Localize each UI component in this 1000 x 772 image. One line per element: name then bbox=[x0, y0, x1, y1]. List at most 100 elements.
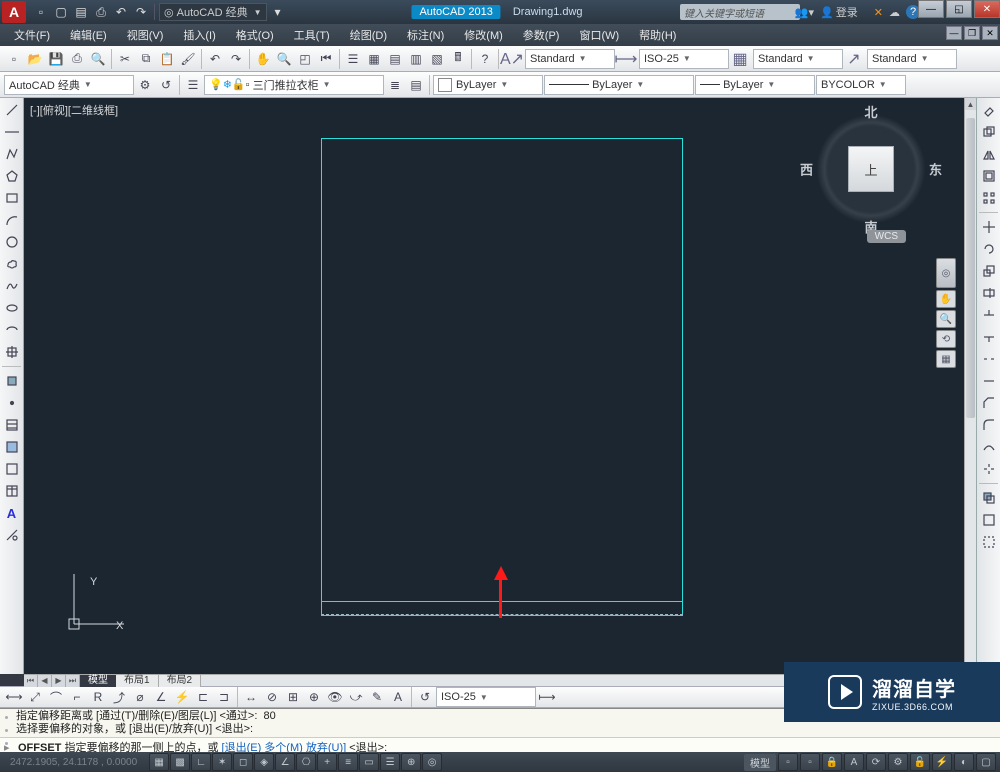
tab-next-icon[interactable]: ▶ bbox=[52, 675, 66, 687]
sheet-set-icon[interactable]: ▥ bbox=[406, 49, 426, 69]
qat-new-icon[interactable]: ▫ bbox=[32, 3, 50, 21]
centermark-icon[interactable]: ⊕ bbox=[304, 687, 324, 707]
ducs-toggle-icon[interactable]: ⎔ bbox=[296, 753, 316, 771]
osnap-toggle-icon[interactable]: ◻ bbox=[233, 753, 253, 771]
rotate-icon[interactable] bbox=[979, 239, 999, 259]
group-icon[interactable] bbox=[979, 532, 999, 552]
menu-file[interactable]: 文件(F) bbox=[4, 25, 60, 45]
help-icon[interactable]: ? bbox=[475, 49, 495, 69]
text-style-icon[interactable]: A↗ bbox=[502, 49, 522, 69]
menu-insert[interactable]: 插入(I) bbox=[173, 25, 225, 45]
lineweight-dropdown[interactable]: ByLayer▼ bbox=[695, 75, 815, 95]
blend-icon[interactable] bbox=[979, 437, 999, 457]
rectangle-icon[interactable] bbox=[2, 188, 22, 208]
qat-open-icon[interactable]: ▢ bbox=[52, 3, 70, 21]
dimstyle-mgr-icon[interactable]: ⟼ bbox=[537, 687, 557, 707]
layout1-tab[interactable]: 布局1 bbox=[116, 675, 159, 687]
sc-toggle-icon[interactable]: ⊕ bbox=[401, 753, 421, 771]
model-tab[interactable]: 模型 bbox=[80, 675, 116, 687]
qat-redo-icon[interactable]: ↷ bbox=[132, 3, 150, 21]
xline-icon[interactable] bbox=[2, 122, 22, 142]
wcs-label[interactable]: WCS bbox=[867, 230, 906, 243]
pan-nav-icon[interactable]: ✋ bbox=[936, 290, 956, 308]
mleader-style-icon[interactable]: ↗ bbox=[844, 49, 864, 69]
mtext-icon[interactable]: A bbox=[2, 503, 22, 523]
fillet-icon[interactable] bbox=[979, 415, 999, 435]
trim-icon[interactable] bbox=[979, 305, 999, 325]
zoom-nav-icon[interactable]: 🔍 bbox=[936, 310, 956, 328]
spline-icon[interactable] bbox=[2, 276, 22, 296]
polar-toggle-icon[interactable]: ✶ bbox=[212, 753, 232, 771]
line-icon[interactable] bbox=[2, 100, 22, 120]
app-logo[interactable]: A bbox=[2, 1, 26, 23]
scroll-up-icon[interactable]: ▲ bbox=[965, 98, 976, 110]
help-search-input[interactable]: 键入关键字或短语 bbox=[680, 4, 800, 20]
matchprop-icon[interactable]: 🖌 bbox=[178, 49, 198, 69]
workspace-dropdown[interactable]: ◎ AutoCAD 经典▼ bbox=[159, 3, 267, 21]
ellipse-arc-icon[interactable] bbox=[2, 320, 22, 340]
arc-icon[interactable] bbox=[2, 210, 22, 230]
menu-edit[interactable]: 编辑(E) bbox=[60, 25, 117, 45]
markup-icon[interactable]: ▧ bbox=[427, 49, 447, 69]
layout2-tab[interactable]: 布局2 bbox=[159, 675, 202, 687]
open-icon[interactable]: 📂 bbox=[25, 49, 45, 69]
save-icon[interactable]: 💾 bbox=[46, 49, 66, 69]
scale-icon[interactable] bbox=[979, 261, 999, 281]
dim-ordinate-icon[interactable]: ⌐ bbox=[67, 687, 87, 707]
menu-draw[interactable]: 绘图(D) bbox=[340, 25, 397, 45]
compass-north[interactable]: 北 bbox=[864, 102, 877, 121]
copy-obj-icon[interactable] bbox=[979, 122, 999, 142]
maximize-button[interactable]: ◱ bbox=[946, 0, 972, 18]
cloud-icon[interactable]: ☁ bbox=[889, 6, 900, 19]
steering-wheel-icon[interactable]: ◎ bbox=[936, 258, 956, 288]
hatch-icon[interactable] bbox=[2, 415, 22, 435]
dim-angular-icon[interactable]: ∠ bbox=[151, 687, 171, 707]
dyn-toggle-icon[interactable]: + bbox=[317, 753, 337, 771]
chamfer-icon[interactable] bbox=[979, 393, 999, 413]
dimedit-icon[interactable]: ✎ bbox=[367, 687, 387, 707]
qat-more-icon[interactable]: ▾ bbox=[269, 3, 287, 21]
join-icon[interactable] bbox=[979, 371, 999, 391]
stretch-icon[interactable] bbox=[979, 283, 999, 303]
break-icon[interactable] bbox=[979, 349, 999, 369]
ws-switch-icon[interactable]: ⚙ bbox=[888, 753, 908, 771]
annoauto-icon[interactable]: ⟳ bbox=[866, 753, 886, 771]
dim-quick-icon[interactable]: ⚡ bbox=[172, 687, 192, 707]
tab-prev-icon[interactable]: ◀ bbox=[38, 675, 52, 687]
orbit-nav-icon[interactable]: ⟲ bbox=[936, 330, 956, 348]
linetype-dropdown[interactable]: ByLayer▼ bbox=[544, 75, 694, 95]
compass-west[interactable]: 西 bbox=[800, 160, 813, 179]
dimstyle-update-icon[interactable]: ↺ bbox=[415, 687, 435, 707]
workspace-save-icon[interactable]: ↺ bbox=[156, 75, 176, 95]
dim-continue-icon[interactable]: ⊐ bbox=[214, 687, 234, 707]
copy-icon[interactable]: ⧉ bbox=[136, 49, 156, 69]
menu-format[interactable]: 格式(O) bbox=[226, 25, 284, 45]
close-button[interactable]: ✕ bbox=[974, 0, 1000, 18]
mirror-icon[interactable] bbox=[979, 144, 999, 164]
dim-linear-icon[interactable]: ⟷ bbox=[4, 687, 24, 707]
qat-undo-icon[interactable]: ↶ bbox=[112, 3, 130, 21]
coordinates-readout[interactable]: 2472.1905, 24.1178 , 0.0000 bbox=[4, 757, 143, 768]
menu-dimension[interactable]: 标注(N) bbox=[397, 25, 454, 45]
menu-modify[interactable]: 修改(M) bbox=[454, 25, 513, 45]
infocenter-icon[interactable]: 👥▾ bbox=[795, 6, 814, 19]
insert-icon[interactable] bbox=[2, 342, 22, 362]
addselected-icon[interactable] bbox=[2, 525, 22, 545]
plot-icon[interactable]: ⎙ bbox=[67, 49, 87, 69]
pline-icon[interactable] bbox=[2, 144, 22, 164]
dim-break-icon[interactable]: ⊘ bbox=[262, 687, 282, 707]
layer-dropdown[interactable]: 💡❄🔓▫ 三门推拉衣柜▼ bbox=[204, 75, 384, 95]
vertical-scrollbar[interactable]: ▲ ▼ bbox=[964, 98, 976, 674]
redo-icon[interactable]: ↷ bbox=[226, 49, 246, 69]
scroll-thumb[interactable] bbox=[966, 118, 975, 418]
dim-diameter-icon[interactable]: ⌀ bbox=[130, 687, 150, 707]
model-paper-toggle[interactable]: 模型 bbox=[744, 754, 776, 771]
grid-toggle-icon[interactable]: ▩ bbox=[170, 753, 190, 771]
otrack-toggle-icon[interactable]: ∠ bbox=[275, 753, 295, 771]
annoscale-icon[interactable]: 🔒 bbox=[822, 753, 842, 771]
dimstyle-dropdown[interactable]: ISO-25▼ bbox=[436, 687, 536, 707]
text-style-dropdown[interactable]: Standard▼ bbox=[525, 49, 615, 69]
point-icon[interactable] bbox=[2, 393, 22, 413]
polygon-icon[interactable] bbox=[2, 166, 22, 186]
explode-icon[interactable] bbox=[979, 459, 999, 479]
